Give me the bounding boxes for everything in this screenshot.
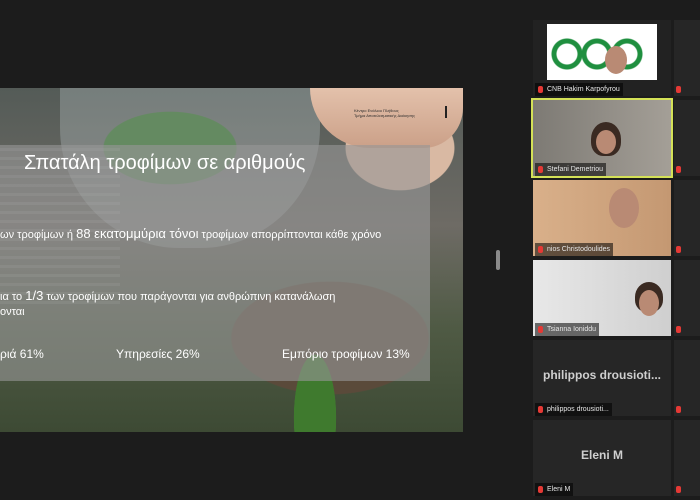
- participant-tile-partial[interactable]: [674, 20, 700, 96]
- participant-tile[interactable]: Eleni M Eleni M: [533, 420, 671, 496]
- participant-tile[interactable]: philippos drousioti... philippos drousio…: [533, 340, 671, 416]
- organization-logo: [547, 24, 657, 80]
- slide-line-3: ονται: [0, 306, 25, 318]
- mic-muted-icon: [676, 326, 681, 333]
- participant-tile-partial[interactable]: [674, 100, 700, 176]
- mic-muted-icon: [538, 406, 543, 413]
- participant-tile[interactable]: CNB Hakim Karpofyrou: [533, 20, 671, 96]
- participant-face: [639, 290, 659, 316]
- participant-tile-partial[interactable]: [674, 420, 700, 496]
- participant-tile[interactable]: nios Christodoulides: [533, 180, 671, 256]
- participant-face: [596, 130, 616, 154]
- participant-tile-partial[interactable]: [674, 260, 700, 336]
- stat-services: Υπηρεσίες 26%: [116, 347, 200, 361]
- mic-muted-icon: [538, 246, 543, 253]
- gallery-resize-handle[interactable]: [496, 250, 500, 270]
- slide-logo: Κέντρο Ενάλιου Πλήθους Τμήμα Αποτελεσματ…: [354, 108, 415, 118]
- stat-households: ριά 61%: [0, 347, 44, 361]
- slide-line-1: ων τροφίμων ή 88 εκατομμύρια τόνοι τροφί…: [0, 226, 382, 241]
- participant-name: Stefani Demetriou: [535, 163, 607, 176]
- mic-muted-icon: [538, 86, 543, 93]
- participant-center-name: philippos drousioti...: [543, 368, 661, 382]
- slide-line-2: ια το 1/3 των τροφίμων που παράγονται γι…: [0, 288, 336, 303]
- participant-name: nios Christodoulides: [535, 243, 614, 256]
- participant-tile-partial[interactable]: [674, 340, 700, 416]
- participant-name: philippos drousioti...: [535, 403, 612, 416]
- stat-food-retail: Εμπόριο τροφίμων 13%: [282, 347, 410, 361]
- mic-muted-icon: [676, 166, 681, 173]
- mic-muted-icon: [676, 406, 681, 413]
- slide-logo-divider: [445, 106, 447, 118]
- mic-muted-icon: [538, 166, 543, 173]
- slide-text-overlay: [0, 145, 430, 381]
- mic-muted-icon: [676, 86, 681, 93]
- participant-center-name: Eleni M: [580, 448, 623, 462]
- participant-tile[interactable]: Tsianna Ioniddu: [533, 260, 671, 336]
- participant-gallery: CNB Hakim Karpofyrou Stefani Demetriou n…: [531, 20, 700, 500]
- participant-name: CNB Hakim Karpofyrou: [535, 83, 623, 96]
- mic-muted-icon: [676, 486, 681, 493]
- participant-face: [609, 188, 639, 228]
- slide-title: Σπατάλη τροφίμων σε αριθμούς: [24, 152, 306, 174]
- participant-name: Eleni M: [535, 483, 574, 496]
- mic-muted-icon: [538, 326, 543, 333]
- shared-screen: Κέντρο Ενάλιου Πλήθους Τμήμα Αποτελεσματ…: [0, 88, 463, 432]
- participant-video: [605, 46, 627, 74]
- mic-muted-icon: [538, 486, 543, 493]
- participant-name: Tsianna Ioniddu: [535, 323, 600, 336]
- participant-tile-partial[interactable]: [674, 180, 700, 256]
- mic-muted-icon: [676, 246, 681, 253]
- participant-tile-active-speaker[interactable]: Stefani Demetriou: [531, 98, 673, 178]
